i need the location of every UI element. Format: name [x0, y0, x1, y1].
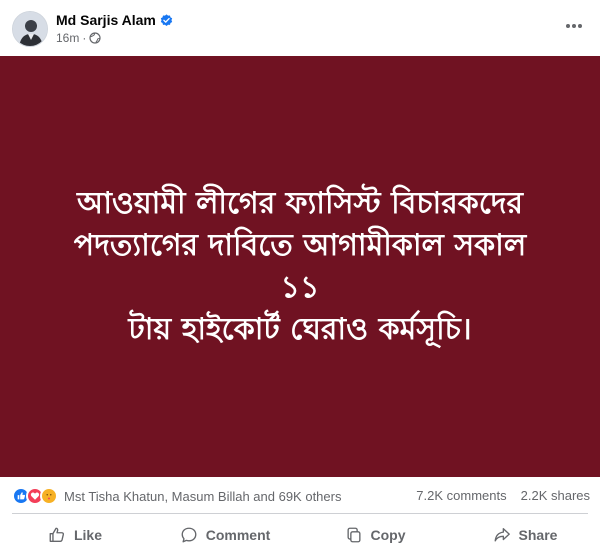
- reactors-text[interactable]: Mst Tisha Khatun, Masum Billah and 69K o…: [64, 489, 341, 504]
- post-image-text: আওয়ামী লীগের ফ্যাসিস্ট বিচারকদের পদত্যা…: [50, 183, 550, 351]
- post-text-line: আওয়ামী লীগের ফ্যাসিস্ট বিচারকদের: [76, 185, 524, 221]
- globe-icon: [89, 32, 101, 44]
- post-meta: 16m ·: [56, 31, 101, 45]
- reactions-summary[interactable]: Mst Tisha Khatun, Masum Billah and 69K o…: [12, 487, 341, 505]
- more-options-button[interactable]: [562, 14, 586, 38]
- author-avatar[interactable]: [12, 11, 48, 47]
- share-button[interactable]: Share: [450, 514, 600, 556]
- more-options-icon: [566, 24, 582, 28]
- post-image[interactable]: আওয়ামী লীগের ফ্যাসিস্ট বিচারকদের পদত্যা…: [0, 56, 600, 477]
- copy-label: Copy: [370, 527, 406, 543]
- share-label: Share: [518, 527, 558, 543]
- author-name-row: Md Sarjis Alam: [56, 12, 173, 28]
- comment-icon: [181, 527, 197, 543]
- comment-button[interactable]: Comment: [150, 514, 300, 556]
- like-button[interactable]: Like: [0, 514, 150, 556]
- engagement-counts: 7.2K comments 2.2K shares: [416, 488, 590, 503]
- author-name[interactable]: Md Sarjis Alam: [56, 12, 156, 28]
- post-text-line: পদত্যাগের দাবিতে আগামীকাল সকাল ১১: [73, 227, 527, 305]
- post-text-line: টায় হাইকোর্ট ঘেরাও কর্মসূচি।: [128, 311, 472, 347]
- share-icon: [494, 528, 510, 542]
- avatar-photo: [13, 12, 47, 46]
- post-header: Md Sarjis Alam 16m ·: [0, 0, 600, 56]
- shares-count[interactable]: 2.2K shares: [521, 488, 590, 503]
- post-actions: Like Comment Copy Share: [0, 514, 600, 556]
- verified-badge-icon: [160, 13, 173, 26]
- like-icon: [49, 527, 65, 542]
- like-label: Like: [73, 527, 102, 543]
- comment-label: Comment: [205, 527, 271, 543]
- meta-separator: ·: [82, 31, 87, 45]
- copy-icon: [346, 527, 361, 543]
- copy-button[interactable]: Copy: [300, 514, 450, 556]
- care-icon: [40, 487, 58, 505]
- post-timestamp[interactable]: 16m: [56, 31, 79, 45]
- comments-count[interactable]: 7.2K comments: [416, 488, 506, 503]
- post-stats: Mst Tisha Khatun, Masum Billah and 69K o…: [0, 477, 600, 515]
